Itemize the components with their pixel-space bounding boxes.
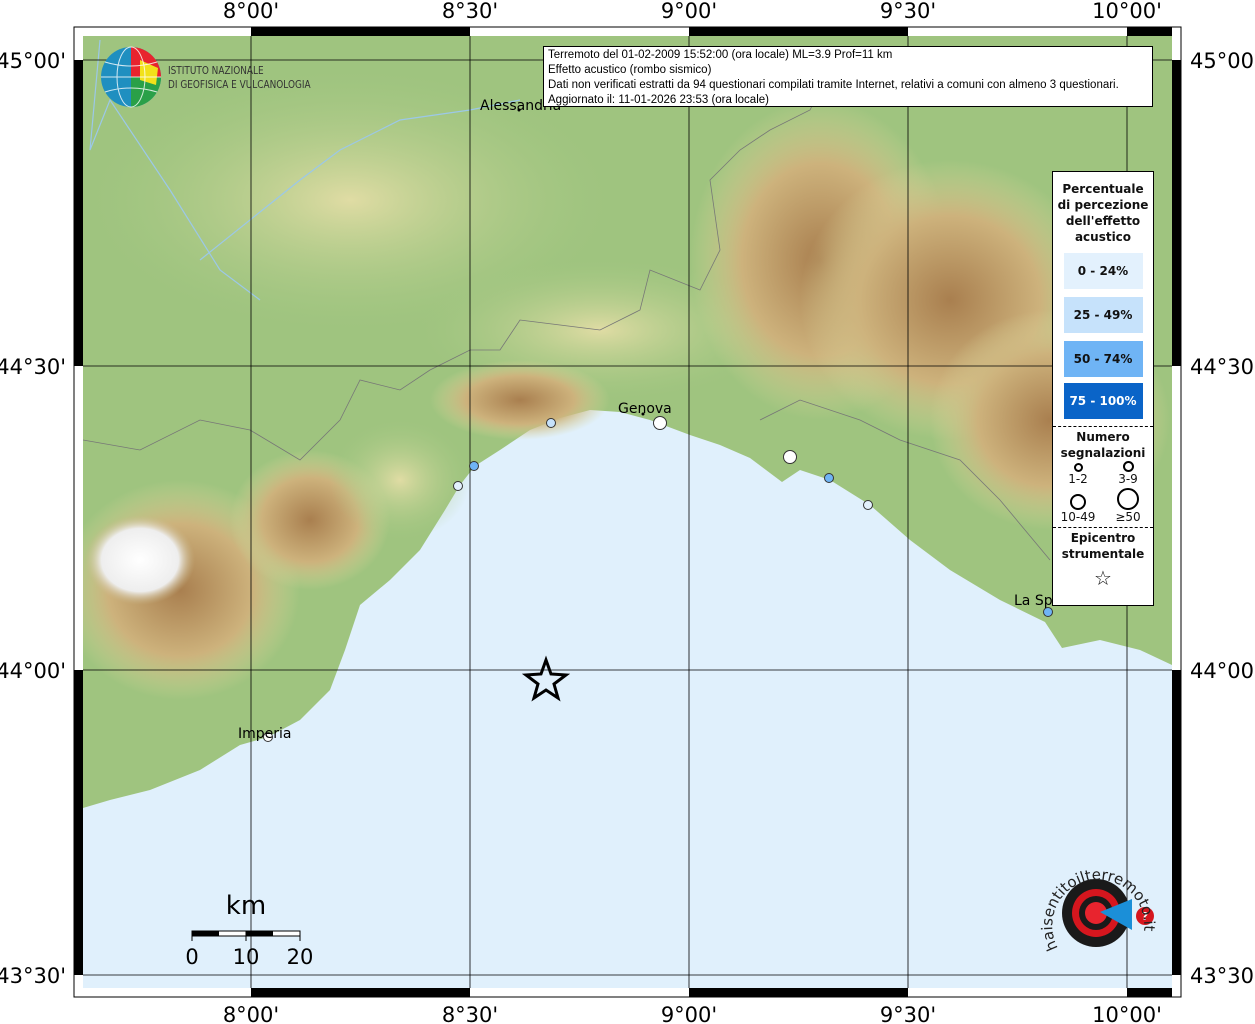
observation-marker[interactable] bbox=[653, 416, 667, 430]
svg-text:43°30': 43°30' bbox=[1190, 964, 1255, 988]
latitude-labels-right: 45°00' 44°30' 44°00' 43°30' bbox=[1190, 49, 1255, 988]
latitude-labels-left: 45°00' 44°30' 44°00' 43°30' bbox=[0, 49, 66, 988]
svg-text:44°00': 44°00' bbox=[1190, 659, 1255, 683]
scale-unit: km bbox=[226, 891, 266, 921]
svg-text:10°00': 10°00' bbox=[1092, 0, 1162, 23]
town-label: Imperia bbox=[238, 726, 292, 742]
scale-label: 20 bbox=[287, 945, 314, 969]
svg-text:45°00': 45°00' bbox=[0, 49, 66, 73]
updated-line: Aggiornato il: 11-01-2026 23:53 (ora loc… bbox=[548, 94, 769, 106]
legend-class: 50 - 74% bbox=[1063, 341, 1143, 377]
svg-text:9°30': 9°30' bbox=[880, 0, 936, 23]
longitude-labels-top: 8°00' 8°30' 9°00' 9°30' 10°00' bbox=[223, 0, 1162, 23]
observation-marker[interactable] bbox=[469, 461, 479, 471]
legend-title: Percentuale di percezione dell'effetto a… bbox=[1057, 182, 1149, 244]
svg-text:8°00': 8°00' bbox=[223, 0, 279, 23]
svg-text:9°00': 9°00' bbox=[661, 0, 717, 23]
event-line: Terremoto del 01-02-2009 15:52:00 (ora l… bbox=[548, 49, 893, 61]
svg-text:44°30': 44°30' bbox=[1190, 355, 1255, 379]
effect-line: Effetto acustico (rombo sismico) bbox=[548, 64, 712, 76]
svg-text:8°00': 8°00' bbox=[223, 1003, 279, 1024]
svg-text:10°00': 10°00' bbox=[1092, 1003, 1162, 1024]
legend-class: 0 - 24% bbox=[1063, 253, 1143, 289]
observation-marker[interactable] bbox=[863, 500, 873, 510]
divider bbox=[1053, 527, 1153, 528]
ingv-logo-text: ISTITUTO NAZIONALE DI GEOFISICA E VULCAN… bbox=[168, 65, 311, 91]
observation-marker[interactable] bbox=[783, 450, 797, 464]
scale-label: 10 bbox=[233, 945, 260, 969]
svg-text:45°00': 45°00' bbox=[1190, 49, 1255, 73]
circle-small-icon bbox=[1073, 463, 1083, 472]
legend-class: 75 - 100% bbox=[1063, 383, 1143, 419]
svg-text:8°30': 8°30' bbox=[442, 1003, 498, 1024]
count-sizes: 1-2 3-9 10-49 ≥50 bbox=[1053, 461, 1153, 524]
svg-text:9°30': 9°30' bbox=[880, 1003, 936, 1024]
event-info-box: Terremoto del 01-02-2009 15:52:00 (ora l… bbox=[543, 46, 1153, 107]
ingv-logo bbox=[101, 46, 161, 108]
town-label: La Sp bbox=[1014, 593, 1053, 609]
circle-large-icon bbox=[1070, 494, 1086, 510]
observation-marker[interactable] bbox=[453, 481, 463, 491]
scale-label: 0 bbox=[185, 945, 198, 969]
legend: Percentuale di percezione dell'effetto a… bbox=[1052, 171, 1154, 606]
epicenter-title: Epicentro strumentale bbox=[1061, 531, 1145, 561]
observation-marker[interactable] bbox=[824, 473, 834, 483]
data-source-line: Dati non verificati estratti da 94 quest… bbox=[548, 79, 1119, 91]
svg-text:43°30': 43°30' bbox=[0, 964, 66, 988]
circle-xlarge-icon bbox=[1117, 488, 1139, 510]
star-icon: ☆ bbox=[1094, 566, 1112, 590]
divider bbox=[1053, 426, 1153, 427]
town-label: Genova bbox=[618, 401, 672, 417]
legend-class: 25 - 49% bbox=[1063, 297, 1143, 333]
svg-text:44°30': 44°30' bbox=[0, 355, 66, 379]
svg-text:44°00': 44°00' bbox=[0, 659, 66, 683]
svg-text:8°30': 8°30' bbox=[442, 0, 498, 23]
observation-marker[interactable] bbox=[546, 418, 556, 428]
circle-medium-icon bbox=[1122, 461, 1134, 472]
count-title: Numero segnalazioni bbox=[1060, 430, 1146, 460]
longitude-labels-bottom: 8°00' 8°30' 9°00' 9°30' 10°00' bbox=[223, 1003, 1162, 1024]
svg-text:9°00': 9°00' bbox=[661, 1003, 717, 1024]
